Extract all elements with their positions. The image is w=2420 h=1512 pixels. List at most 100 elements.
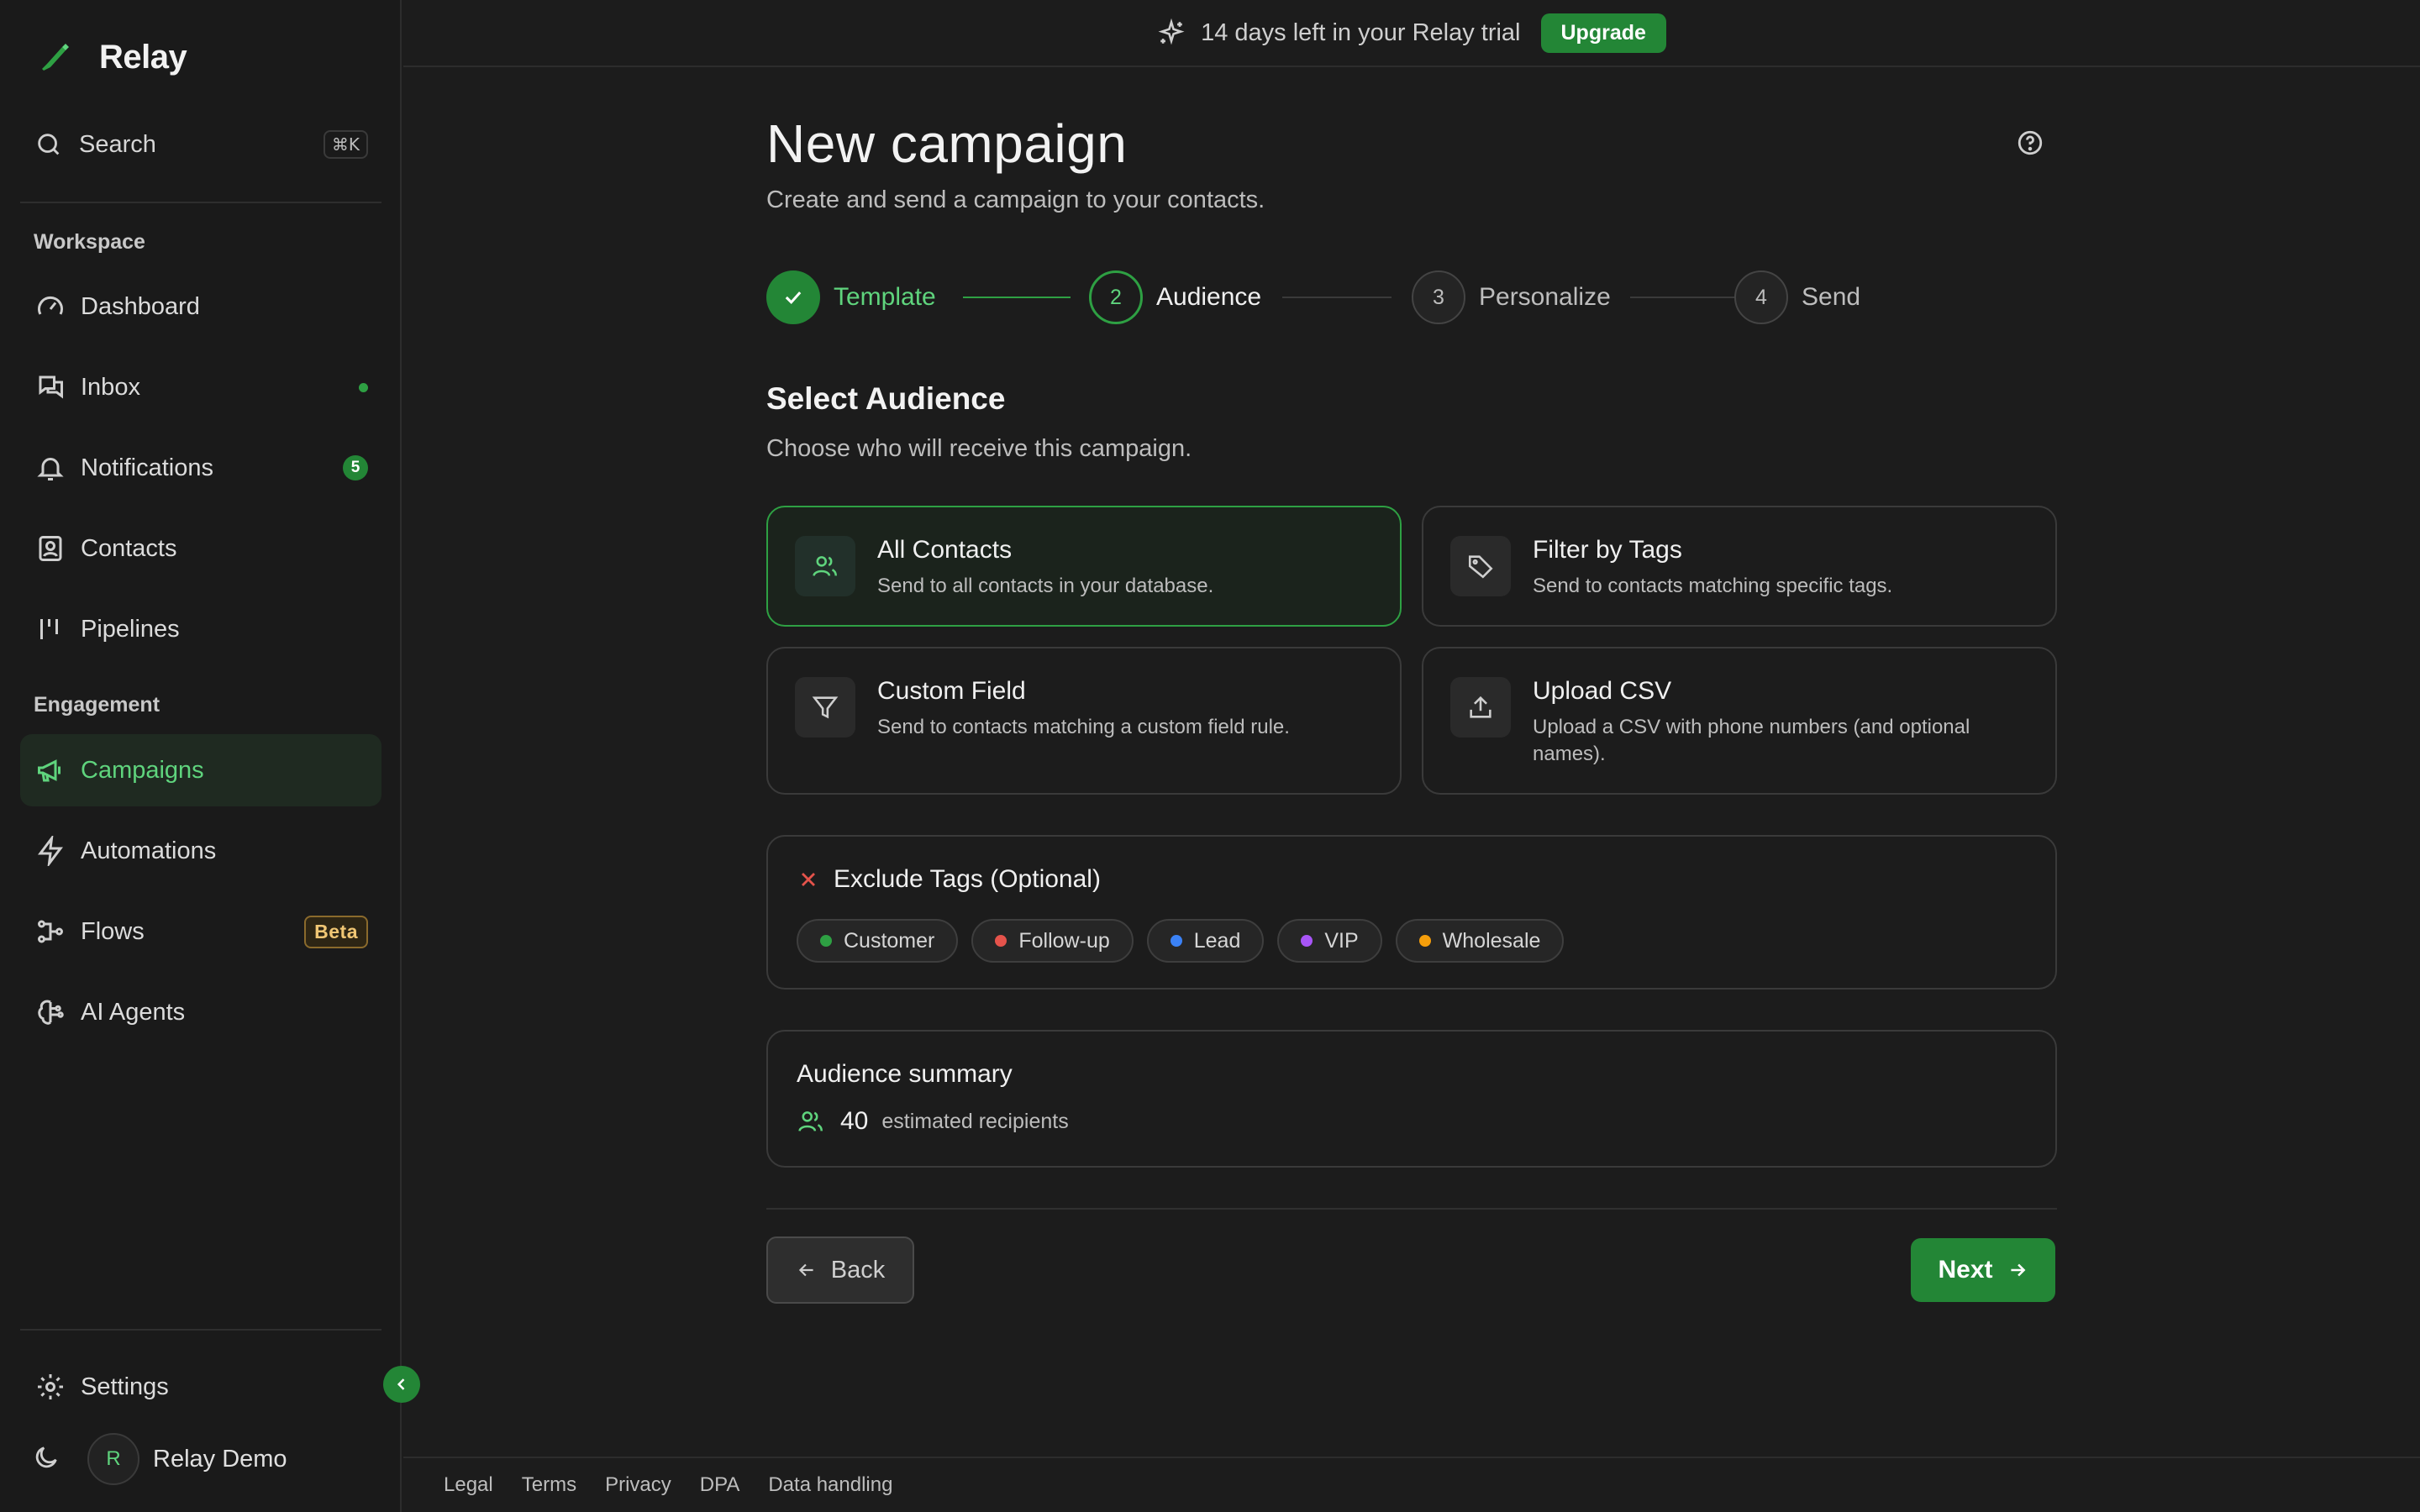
upload-icon	[1450, 677, 1511, 738]
footer-link-privacy[interactable]: Privacy	[605, 1473, 671, 1497]
audience-option-filter-by-tags[interactable]: Filter by Tags Send to contacts matching…	[1422, 506, 2057, 627]
brain-icon	[32, 994, 69, 1031]
step-send[interactable]: 4 Send	[1734, 270, 1860, 324]
section-title: Select Audience	[766, 381, 1006, 416]
filter-icon	[795, 677, 855, 738]
step-number: 4	[1734, 270, 1788, 324]
search-shortcut: ⌘K	[323, 130, 368, 159]
campaign-stepper: Template 2 Audience 3 Personalize 4 Send	[766, 270, 1860, 324]
tag-color-dot	[820, 935, 832, 947]
sidebar-item-contacts[interactable]: Contacts	[20, 512, 381, 585]
option-title: Upload CSV	[1533, 677, 1672, 705]
avatar[interactable]: R	[87, 1433, 139, 1485]
close-icon	[802, 873, 815, 886]
sidebar-item-ai-agents[interactable]: AI Agents	[20, 976, 381, 1048]
page-title: New campaign	[766, 113, 1128, 174]
audience-option-custom-field[interactable]: Custom Field Send to contacts matching a…	[766, 647, 1402, 795]
audience-option-all-contacts[interactable]: All Contacts Send to all contacts in you…	[766, 506, 1402, 627]
exclude-tags-title: Exclude Tags (Optional)	[834, 865, 1101, 893]
sidebar-item-settings[interactable]: Settings	[20, 1351, 381, 1423]
tag-chip-wholesale[interactable]: Wholesale	[1395, 919, 1565, 963]
tag-chip-vip[interactable]: VIP	[1277, 919, 1382, 963]
user-menu[interactable]: R Relay Demo	[32, 1433, 287, 1485]
sidebar-item-label: AI Agents	[81, 998, 186, 1026]
step-label: Template	[834, 283, 936, 311]
trial-banner: 14 days left in your Relay trial Upgrade	[403, 0, 2420, 67]
back-button-label: Back	[830, 1256, 886, 1284]
section-subtitle: Choose who will receive this campaign.	[766, 435, 1192, 462]
sidebar-item-label: Settings	[81, 1373, 169, 1400]
tag-chip-customer[interactable]: Customer	[797, 919, 959, 963]
tag-color-dot	[1170, 935, 1182, 947]
step-number: 2	[1089, 270, 1143, 324]
workspace-section-label: Workspace	[34, 230, 145, 254]
theme-toggle-moon-icon[interactable]	[32, 1443, 60, 1476]
audience-summary-title: Audience summary	[797, 1060, 1013, 1088]
option-description: Send to contacts matching a custom field…	[877, 716, 1290, 738]
sidebar-item-label: Inbox	[81, 373, 140, 401]
exclude-tags-card: Exclude Tags (Optional) Customer Follow-…	[766, 835, 2057, 990]
step-audience[interactable]: 2 Audience	[1089, 270, 1261, 324]
collapse-sidebar-button[interactable]	[383, 1366, 420, 1403]
engagement-section-label: Engagement	[34, 693, 160, 717]
audience-summary-row: 40 estimated recipients	[797, 1107, 1069, 1136]
sidebar-item-notifications[interactable]: Notifications 5	[20, 432, 381, 504]
tag-label: Follow-up	[1018, 928, 1110, 953]
users-icon	[795, 536, 855, 596]
sidebar-item-label: Campaigns	[81, 756, 204, 784]
sidebar-item-dashboard[interactable]: Dashboard	[20, 270, 381, 343]
tag-chip-follow-up[interactable]: Follow-up	[971, 919, 1134, 963]
option-title: Filter by Tags	[1533, 536, 1682, 564]
gauge-icon	[32, 288, 69, 325]
tag-label: Wholesale	[1442, 928, 1541, 953]
step-complete-check-icon	[766, 270, 820, 324]
step-connector	[963, 297, 1071, 298]
sidebar-item-automations[interactable]: Automations	[20, 815, 381, 887]
option-description: Send to contacts matching specific tags.	[1533, 575, 1893, 597]
audience-option-upload-csv[interactable]: Upload CSV Upload a CSV with phone numbe…	[1422, 647, 2057, 795]
sidebar-item-flows[interactable]: Flows Beta	[20, 895, 381, 968]
relay-logo-icon	[42, 44, 69, 71]
step-number: 3	[1412, 270, 1465, 324]
back-button[interactable]: Back	[766, 1236, 914, 1304]
tag-color-dot	[995, 935, 1007, 947]
search-button[interactable]: Search ⌘K	[32, 123, 368, 166]
user-name: Relay Demo	[153, 1445, 287, 1473]
users-icon	[798, 1111, 823, 1131]
sidebar-item-label: Automations	[81, 837, 217, 864]
option-description: Send to all contacts in your database.	[877, 575, 1214, 597]
step-personalize[interactable]: 3 Personalize	[1412, 270, 1611, 324]
step-label: Audience	[1156, 283, 1262, 311]
sidebar-item-campaigns[interactable]: Campaigns	[20, 734, 381, 806]
upgrade-button[interactable]: Upgrade	[1540, 13, 1666, 53]
footer-links: Legal Terms Privacy DPA Data handling	[403, 1457, 2420, 1512]
option-description: Upload a CSV with phone numbers (and opt…	[1533, 716, 1970, 765]
sidebar: Relay Search ⌘K Workspace Dashboard Inbo…	[0, 0, 402, 1512]
step-template[interactable]: Template	[766, 270, 936, 324]
recipient-count-label: estimated recipients	[881, 1109, 1069, 1133]
sparkle-icon	[1158, 18, 1185, 45]
sidebar-item-label: Flows	[81, 917, 145, 945]
sidebar-item-label: Pipelines	[81, 615, 180, 643]
sidebar-item-inbox[interactable]: Inbox	[20, 351, 381, 423]
sidebar-item-label: Contacts	[81, 534, 177, 562]
sidebar-divider	[20, 202, 381, 203]
next-button[interactable]: Next	[1911, 1238, 2055, 1302]
help-icon[interactable]	[2013, 126, 2047, 160]
tag-chip-lead[interactable]: Lead	[1146, 919, 1265, 963]
footer-link-legal[interactable]: Legal	[444, 1473, 493, 1497]
footer-link-data-handling[interactable]: Data handling	[768, 1473, 892, 1497]
tag-color-dot	[1418, 935, 1431, 947]
tag-label: Customer	[844, 928, 935, 953]
gear-icon	[32, 1368, 69, 1405]
tag-label: Lead	[1193, 928, 1241, 953]
arrow-left-icon	[798, 1263, 813, 1277]
search-label: Search	[79, 130, 156, 158]
sidebar-item-pipelines[interactable]: Pipelines	[20, 593, 381, 665]
sidebar-divider-bottom	[20, 1329, 381, 1331]
footer-link-dpa[interactable]: DPA	[700, 1473, 740, 1497]
footer-link-terms[interactable]: Terms	[522, 1473, 576, 1497]
tag-color-dot	[1301, 935, 1313, 947]
app-logo[interactable]: Relay	[34, 37, 187, 77]
chat-icon	[32, 369, 69, 406]
